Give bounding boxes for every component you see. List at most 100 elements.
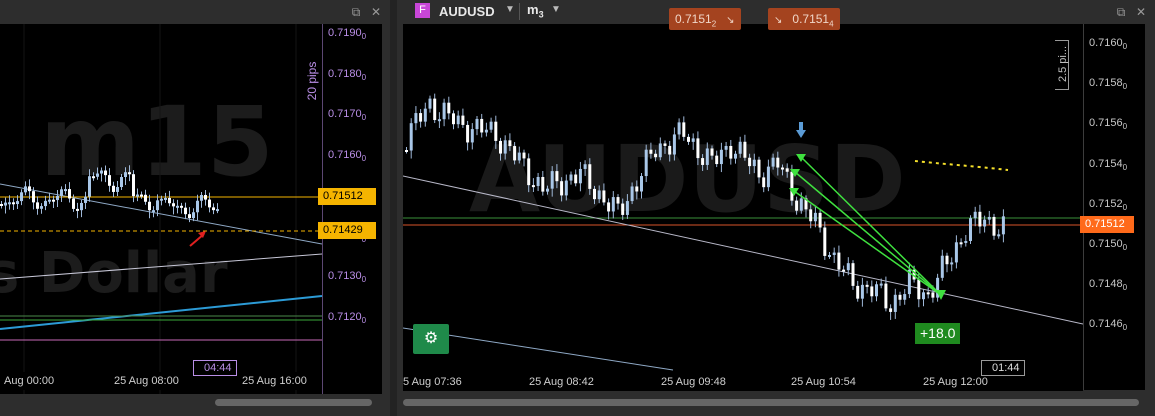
candle [959,242,963,245]
candle [56,195,59,201]
left-chart-window: ⧉ ✕ m15 s Dollar 20 pips 0.71900 0.71800… [0,0,390,416]
candle [550,171,554,189]
candle [212,207,215,211]
chevron-down-icon[interactable]: ▼ [505,4,515,15]
candle [884,283,888,309]
candle [513,146,517,161]
y-tick: 0.71560 [1089,117,1128,132]
candle [36,202,39,209]
candle [216,209,219,212]
candle [419,113,423,122]
left-time-axis[interactable]: Aug 00:00 25 Aug 08:00 25 Aug 16:00 [0,372,322,390]
right-chart-canvas[interactable]: AUDUSD ⚙ +18.0 2.5 pi... [403,24,1083,390]
close-icon[interactable]: ✕ [1133,4,1149,20]
buy-price-button[interactable]: ↘ 0.71514 [768,8,840,30]
candle [954,242,958,263]
candle [555,171,559,182]
candle [180,205,183,208]
left-window-header: ⧉ ✕ [0,0,390,24]
x-tick: 25 Aug 10:54 [791,376,856,388]
candle [625,201,629,215]
candle [621,203,625,215]
candle [64,189,67,192]
candle [752,159,756,167]
candle [893,294,897,312]
popout-icon[interactable]: ⧉ [348,4,364,20]
candle [494,121,498,141]
candle [116,187,119,192]
candle [837,252,841,270]
candle [100,170,103,174]
candle [799,198,803,211]
countdown-tag: 01:44 [981,360,1025,376]
horizontal-scrollbar[interactable] [215,399,372,406]
candle [781,167,784,170]
candle [536,176,540,187]
header-separator [519,3,520,20]
window-splitter[interactable] [390,0,397,416]
candle [879,283,883,286]
candle [654,153,658,158]
candle [818,212,822,228]
timeframe-selector[interactable]: m3 [527,2,544,20]
left-price-axis[interactable]: 20 pips 0.71900 0.71800 0.71700 0.71600 0.71… [305,24,382,394]
bid-price-tag: 0.71512 [318,188,376,205]
line-price-tag: 0.71429 [318,222,376,239]
candle [4,202,7,206]
candle [564,180,568,196]
candle [809,209,813,222]
candle [593,188,596,200]
candle [649,149,653,154]
candle [172,203,175,207]
candle [124,172,127,178]
candle [160,198,163,201]
popout-icon[interactable]: ⧉ [1113,4,1129,20]
horizontal-scrollbar[interactable] [403,399,1139,406]
candle [940,255,944,278]
candle [208,199,211,208]
candle [96,173,99,177]
y-tick: 0.71700 [328,108,367,123]
candle [72,198,75,209]
x-tick: Aug 00:00 [4,375,55,387]
candle [696,138,700,159]
y-tick: 0.71600 [328,148,367,163]
candle [950,262,954,265]
candle [832,252,836,255]
left-candles [0,165,219,223]
candle [969,218,972,241]
candle [164,197,167,200]
trading-bot-icon[interactable]: ⚙ [413,324,449,354]
left-chart-canvas[interactable]: m15 s Dollar [0,24,322,394]
candle [152,210,155,213]
close-icon[interactable]: ✕ [368,4,384,20]
sell-price-button[interactable]: 0.71512 ↘ [669,8,741,30]
chevron-down-icon[interactable]: ▼ [551,4,561,15]
candle [560,181,564,196]
candle [640,176,643,192]
candle [644,149,648,177]
candle [842,269,846,272]
candle [860,284,864,299]
candle [611,197,615,212]
candle [447,102,451,114]
candle [503,140,507,154]
candle [710,148,714,156]
candle [176,205,179,208]
symbol-selector[interactable]: AUDUSD [439,4,495,19]
candle [8,202,11,205]
candle [945,255,949,265]
candle [517,152,521,161]
range-pips-label: 2.5 pi... [1057,45,1069,83]
candle [658,143,662,158]
candle [973,211,977,219]
instrument-type-badge[interactable]: F [415,3,430,18]
candle [156,200,159,211]
candle [846,263,850,271]
candle [28,186,31,192]
candle [997,234,1001,237]
candle [20,192,23,202]
candle [762,177,766,188]
candle [104,170,107,176]
right-price-axis[interactable]: 0.71600 0.71580 0.71560 0.71540 0.71520 0.715… [1083,24,1145,390]
